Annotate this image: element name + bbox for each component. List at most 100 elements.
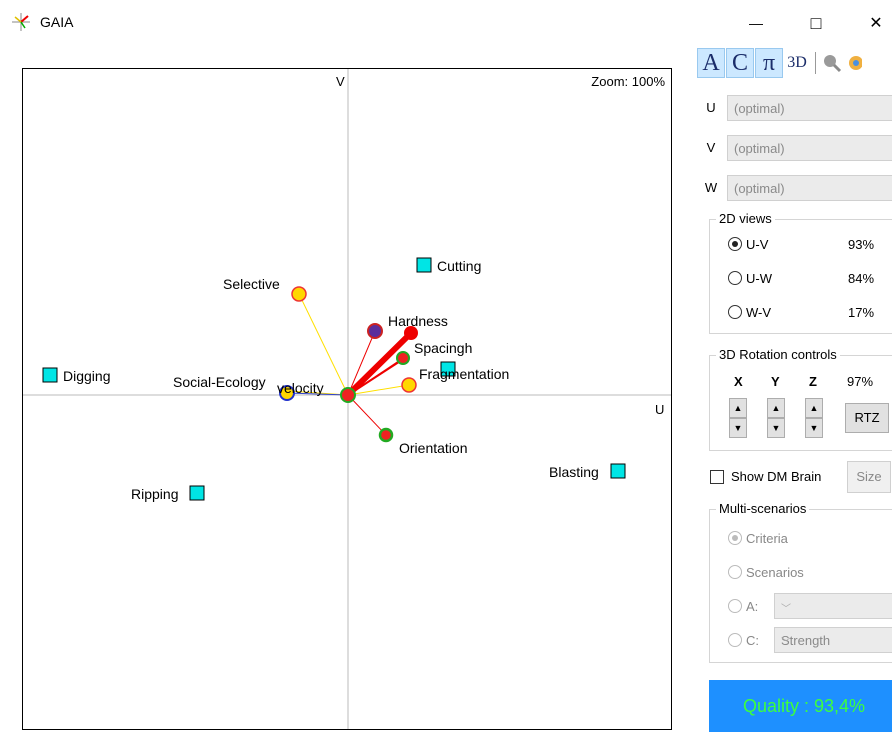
scenario-option-scenarios-label: Scenarios [746, 564, 804, 580]
label-orientation: Orientation [399, 440, 467, 456]
scenario-a-select[interactable]: ﹀ [774, 593, 892, 619]
view-option-uw-label: U-W [746, 270, 772, 286]
axis-w-select[interactable]: (optimal) [727, 175, 892, 201]
multi-scenarios-group: Multi-scenarios Criteria Scenarios A: ﹀ … [709, 501, 892, 663]
radio-scenarios[interactable] [728, 565, 742, 579]
axis-w-label: W [704, 180, 718, 195]
maximize-button[interactable]: □ [796, 8, 836, 38]
gaia-plot[interactable]: Zoom: 100% V U Selective Hardness Spacin… [22, 68, 672, 730]
view-option-wv[interactable]: W-V [728, 302, 771, 322]
axis-w-value: (optimal) [734, 181, 785, 196]
criterion-point-hardness[interactable] [367, 323, 383, 339]
show-dm-brain-label: Show DM Brain [731, 469, 822, 484]
scenario-c-select[interactable]: Strength ﹀ [774, 627, 892, 653]
scenario-option-a[interactable]: A: [728, 596, 758, 616]
radio-a[interactable] [728, 599, 742, 613]
view-option-uw[interactable]: U-W [728, 268, 772, 288]
rotate-x-down-button[interactable]: ▼ [729, 418, 747, 438]
chevron-down-icon: ﹀ [781, 604, 791, 615]
rotation-z-label: Z [809, 374, 817, 389]
criterion-point-selective[interactable] [291, 286, 307, 302]
view-option-wv-label: W-V [746, 304, 772, 320]
radio-wv[interactable] [728, 305, 742, 319]
quality-indicator: Quality : 93,4% [709, 680, 892, 732]
rotation-x-label: X [734, 374, 743, 389]
maximize-icon: □ [810, 12, 822, 33]
scenario-option-c[interactable]: C: [728, 630, 759, 650]
size-button[interactable]: Size [847, 461, 891, 493]
criterion-point-orientation[interactable] [378, 427, 394, 443]
criterion-point-fragmentation[interactable] [401, 377, 417, 393]
criterion-axis-orientation [347, 394, 387, 436]
label-fragmentation: Fragmentation [419, 366, 509, 382]
chevron-down-icon: ﹀ [781, 638, 791, 649]
axis-u-row: U (optimal) [697, 94, 892, 122]
toolbar-separator [815, 52, 816, 74]
search-icon[interactable] [822, 53, 842, 73]
close-icon: ✕ [869, 15, 883, 32]
alternative-point-blasting[interactable] [610, 463, 626, 479]
rtz-button[interactable]: RTZ [845, 403, 889, 433]
label-social-ecology: Social-Ecology [173, 374, 266, 390]
title-bar: GAIA — □ ✕ [0, 0, 892, 44]
scenario-option-criteria-label: Criteria [746, 530, 788, 546]
label-spacingh: Spacingh [414, 340, 472, 356]
views-2d-group: 2D views U-V 93% U-W 84% W-V 17% [709, 211, 892, 334]
scenario-option-scenarios[interactable]: Scenarios [728, 562, 804, 582]
scenario-option-criteria[interactable]: Criteria [728, 528, 788, 548]
scenario-a-label: A: [746, 598, 759, 614]
axis-u-value: (optimal) [734, 101, 785, 116]
axis-v-select[interactable]: (optimal) [727, 135, 892, 161]
rotation-y-label: Y [771, 374, 780, 389]
view-uv-percent: 93% [848, 237, 875, 252]
gear-icon[interactable] [846, 53, 862, 73]
rotation-percent: 97% [847, 374, 874, 389]
minimize-icon: — [749, 15, 763, 31]
label-selective: Selective [223, 276, 280, 292]
rotate-z-up-button[interactable]: ▲ [805, 398, 823, 418]
scenario-c-label: C: [746, 632, 759, 648]
label-velocity: velocity [277, 380, 324, 396]
multi-scenarios-title: Multi-scenarios [716, 501, 810, 516]
toolbar-button-3d[interactable]: 3D [784, 49, 810, 77]
alternative-point-ripping[interactable] [189, 485, 205, 501]
radio-uv[interactable] [728, 237, 742, 251]
label-cutting: Cutting [437, 258, 481, 274]
axis-u-select[interactable]: (optimal) [727, 95, 892, 121]
control-panel: A C π 3D U (optimal) V (optimal) W (opti… [697, 44, 892, 732]
toolbar: A C π 3D [697, 48, 862, 78]
toolbar-button-a[interactable]: A [697, 48, 725, 78]
view-uw-percent: 84% [848, 271, 875, 286]
radio-uw[interactable] [728, 271, 742, 285]
alternative-point-cutting[interactable] [416, 257, 432, 273]
label-digging: Digging [63, 368, 110, 384]
criterion-point-spacingh[interactable] [396, 351, 410, 365]
rotate-z-down-button[interactable]: ▼ [805, 418, 823, 438]
plot-canvas[interactable]: Selective Hardness Spacingh Fragmentatio… [23, 69, 671, 729]
toolbar-button-pi[interactable]: π [755, 48, 783, 78]
radio-c[interactable] [728, 633, 742, 647]
axis-v-value: (optimal) [734, 141, 785, 156]
rotation-title: 3D Rotation controls [716, 347, 840, 362]
minimize-button[interactable]: — [736, 8, 776, 38]
plot-origin [340, 387, 356, 403]
alternative-point-digging[interactable] [42, 367, 58, 383]
label-blasting: Blasting [549, 464, 599, 480]
rotate-x-up-button[interactable]: ▲ [729, 398, 747, 418]
axis-v-row: V (optimal) [697, 134, 892, 162]
window-title: GAIA [40, 14, 74, 30]
view-option-uv-label: U-V [746, 236, 769, 252]
label-hardness: Hardness [388, 313, 448, 329]
toolbar-button-c[interactable]: C [726, 48, 754, 78]
label-ripping: Ripping [131, 486, 178, 502]
rotate-y-up-button[interactable]: ▲ [767, 398, 785, 418]
show-dm-brain-checkbox[interactable] [710, 470, 724, 484]
view-option-uv[interactable]: U-V [728, 234, 768, 254]
axis-v-label: V [706, 140, 716, 155]
rotate-y-down-button[interactable]: ▼ [767, 418, 785, 438]
views-2d-title: 2D views [716, 211, 775, 226]
view-wv-percent: 17% [848, 305, 875, 320]
close-button[interactable]: ✕ [856, 8, 892, 38]
axis-u-label: U [706, 100, 716, 115]
radio-criteria[interactable] [728, 531, 742, 545]
